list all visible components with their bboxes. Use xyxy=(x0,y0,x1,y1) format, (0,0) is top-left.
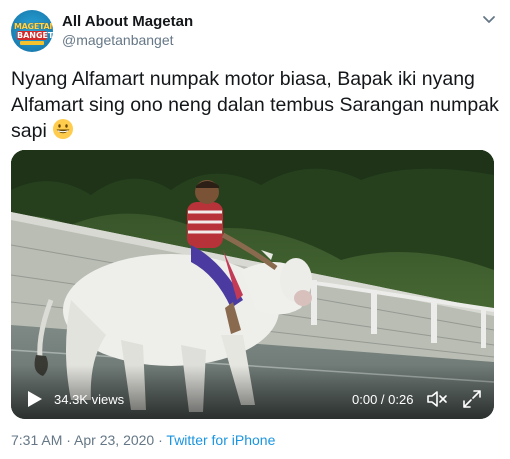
tweet-meta: 7:31 AM · Apr 23, 2020 · Twitter for iPh… xyxy=(11,432,275,448)
fullscreen-icon[interactable] xyxy=(462,389,482,409)
chevron-down-icon[interactable] xyxy=(480,10,498,28)
avatar-logo-stripe xyxy=(20,41,44,45)
video-time: 0:00 / 0:26 xyxy=(352,392,414,407)
tweet-card: MAGETAN BANGET All About Magetan @mageta… xyxy=(0,0,510,459)
tweet-text: Nyang Alfamart numpak motor biasa, Bapak… xyxy=(11,66,501,144)
author-handle[interactable]: @magetanbanget xyxy=(62,32,174,48)
grinning-face-emoji-icon xyxy=(53,119,74,139)
play-icon[interactable] xyxy=(23,388,45,410)
meta-separator: · xyxy=(154,432,167,448)
tweet-date[interactable]: Apr 23, 2020 xyxy=(74,432,154,448)
avatar-logo-text-bottom: BANGET xyxy=(17,31,53,40)
meta-separator: · xyxy=(62,432,75,448)
volume-muted-icon[interactable] xyxy=(426,389,448,409)
tweet-source-link[interactable]: Twitter for iPhone xyxy=(166,432,275,448)
tweet-time[interactable]: 7:31 AM xyxy=(11,432,62,448)
view-count: 34.3K views xyxy=(54,392,125,407)
tweet-body: Nyang Alfamart numpak motor biasa, Bapak… xyxy=(11,68,499,142)
author-display-name[interactable]: All About Magetan xyxy=(62,13,193,30)
video-player[interactable]: 34.3K views 0:00 / 0:26 xyxy=(11,150,494,419)
avatar[interactable]: MAGETAN BANGET xyxy=(11,10,53,52)
video-frame xyxy=(11,150,494,419)
avatar-logo-text-top: MAGETAN xyxy=(14,22,53,31)
